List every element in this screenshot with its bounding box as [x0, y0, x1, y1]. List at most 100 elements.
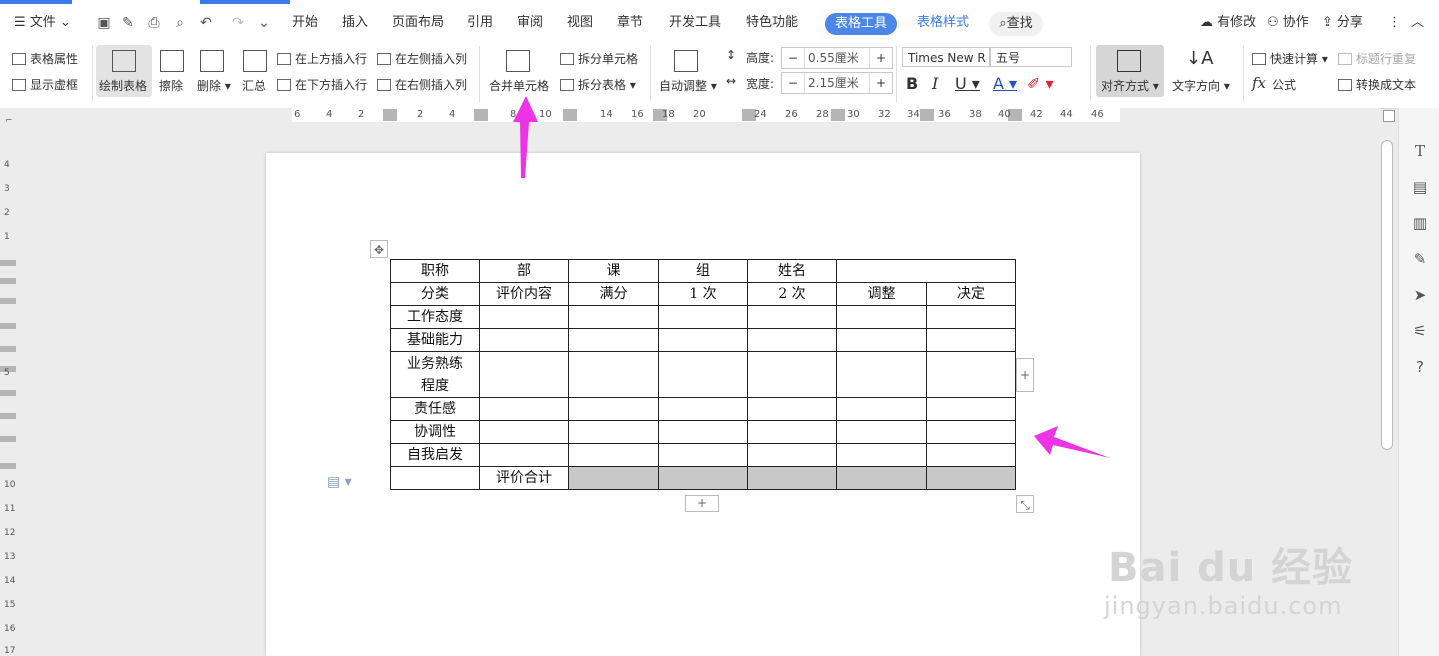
table-cell[interactable]: 协调性 [390, 420, 480, 444]
merge-cells-label[interactable]: 合并单元格 [489, 77, 549, 94]
pen-icon[interactable]: ✎ [1411, 250, 1429, 268]
more-menu-icon[interactable]: ⋮ [1388, 4, 1401, 42]
table-cell[interactable] [926, 443, 1016, 467]
ruler-toggle-icon[interactable] [1383, 110, 1395, 122]
formula-label[interactable]: 公式 [1272, 76, 1296, 93]
table-move-handle-icon[interactable]: ✥ [370, 240, 388, 258]
table-cell[interactable]: 基础能力 [390, 328, 480, 352]
text-direction-icon[interactable]: ↓A [1186, 48, 1213, 69]
highlight-icon[interactable]: ✐ ▾ [1027, 74, 1054, 93]
insert-below-button[interactable]: 在下方插入行 [277, 76, 367, 93]
insert-left-button[interactable]: 在左侧插入列 [377, 50, 467, 67]
table-cell[interactable]: 决定 [926, 282, 1016, 306]
tab-insert[interactable]: 插入 [342, 4, 368, 42]
tab-view[interactable]: 视图 [567, 4, 593, 42]
table-cell[interactable]: 调整 [836, 282, 927, 306]
table-cell[interactable]: 评价内容 [479, 282, 569, 306]
summary-label[interactable]: 汇总 [242, 77, 266, 94]
quick-calc-button[interactable]: 快速计算 ▾ [1252, 50, 1328, 67]
table-cell[interactable] [836, 420, 927, 444]
table-cell[interactable] [747, 328, 837, 352]
table-cell[interactable]: 分类 [390, 282, 480, 306]
table-cell[interactable]: 满分 [568, 282, 659, 306]
table-cell[interactable]: 1 次 [658, 282, 748, 306]
table-cell[interactable] [836, 351, 927, 398]
selected-cell[interactable] [658, 466, 748, 490]
insert-right-button[interactable]: 在右侧插入列 [377, 76, 467, 93]
erase-label[interactable]: 擦除 [159, 77, 183, 94]
height-stepper[interactable]: −0.55厘米 + [781, 47, 893, 69]
table-cell[interactable]: 责任感 [390, 397, 480, 421]
collab-button[interactable]: ⚇ 协作 [1267, 4, 1309, 42]
add-column-button[interactable]: + [1016, 358, 1034, 392]
format-painter-icon[interactable]: ✎ [120, 15, 136, 31]
delete-button[interactable]: 删除 ▾ [197, 77, 231, 94]
table-cell[interactable] [658, 443, 748, 467]
delete-icon[interactable] [200, 50, 224, 72]
table-cell[interactable]: 2 次 [747, 282, 837, 306]
print-icon[interactable]: ⎙ [146, 15, 162, 31]
table-cell[interactable] [479, 328, 569, 352]
underline-icon[interactable]: U ▾ [955, 74, 980, 93]
tab-dev-tools[interactable]: 开发工具 [669, 4, 721, 42]
redo-icon[interactable]: ↷ [230, 15, 246, 31]
table-cell[interactable]: 自我启发 [390, 443, 480, 467]
table-cell[interactable] [926, 328, 1016, 352]
table-cell[interactable]: 职称 [390, 259, 480, 283]
tab-table-style[interactable]: 表格样式 [917, 4, 969, 42]
table-cell[interactable] [568, 397, 659, 421]
table-cell[interactable] [926, 420, 1016, 444]
italic-icon[interactable]: I [932, 74, 938, 93]
evaluation-table[interactable]: 职称 部 课 组 姓名 分类 评价内容 满分 1 次 2 次 调整 决定 工作态… [390, 259, 1016, 490]
selected-cell[interactable] [836, 466, 927, 490]
table-cell[interactable] [568, 305, 659, 329]
auto-fit-icon[interactable] [674, 50, 698, 72]
table-cell[interactable] [479, 397, 569, 421]
table-cell[interactable] [568, 443, 659, 467]
table-cell[interactable] [568, 328, 659, 352]
to-text-button[interactable]: 转换成文本 [1338, 76, 1416, 93]
split-cells-button[interactable]: 拆分单元格 [560, 50, 638, 67]
table-cell[interactable]: 部 [479, 259, 569, 283]
more-icon[interactable]: ⌄ [256, 15, 272, 31]
vertical-scrollbar[interactable] [1381, 140, 1393, 450]
formula-icon[interactable]: fx [1252, 74, 1266, 92]
tab-special[interactable]: 特色功能 [746, 4, 798, 42]
tab-start[interactable]: 开始 [292, 4, 318, 42]
table-cell[interactable]: 工作态度 [390, 305, 480, 329]
repeat-header-button[interactable]: 标题行重复 [1338, 50, 1416, 67]
font-name-select[interactable]: Times New R [902, 47, 990, 67]
selected-cell[interactable] [926, 466, 1016, 490]
summary-icon[interactable] [243, 50, 267, 72]
table-cell[interactable] [390, 466, 480, 490]
width-stepper[interactable]: −2.15厘米 + [781, 72, 893, 94]
selected-cell[interactable] [568, 466, 659, 490]
table-cell[interactable] [836, 397, 927, 421]
erase-icon[interactable] [160, 50, 184, 72]
doc-settings-icon[interactable]: ▥ [1411, 214, 1429, 232]
table-cell[interactable] [836, 443, 927, 467]
table-cell[interactable] [658, 351, 748, 398]
table-cell[interactable]: 评价合计 [479, 466, 569, 490]
paragraph-options-icon[interactable]: ▤ ▾ [327, 474, 352, 490]
table-cell[interactable] [568, 351, 659, 398]
table-cell[interactable] [836, 305, 927, 329]
text-style-icon[interactable]: T [1411, 142, 1429, 160]
share-button[interactable]: ⇪ 分享 [1322, 4, 1363, 42]
table-cell[interactable]: 组 [658, 259, 748, 283]
bold-icon[interactable]: B [906, 74, 918, 93]
font-size-select[interactable]: 五号 [990, 47, 1072, 67]
file-menu[interactable]: ☰ 文件 ⌄ [14, 4, 71, 42]
table-cell[interactable] [747, 397, 837, 421]
table-resize-handle-icon[interactable]: ⤡ [1016, 495, 1034, 513]
tab-stop-icon[interactable]: ⌐ [5, 116, 13, 126]
table-cell[interactable] [747, 351, 837, 398]
table-cell[interactable]: 姓名 [747, 259, 837, 283]
table-cell[interactable] [926, 305, 1016, 329]
table-cell[interactable] [836, 328, 927, 352]
table-cell[interactable] [747, 443, 837, 467]
table-cell[interactable] [836, 259, 1016, 283]
tab-chapter[interactable]: 章节 [617, 4, 643, 42]
show-grid-button[interactable]: 显示虚框 [12, 76, 78, 93]
undo-icon[interactable]: ↶ [198, 15, 214, 31]
